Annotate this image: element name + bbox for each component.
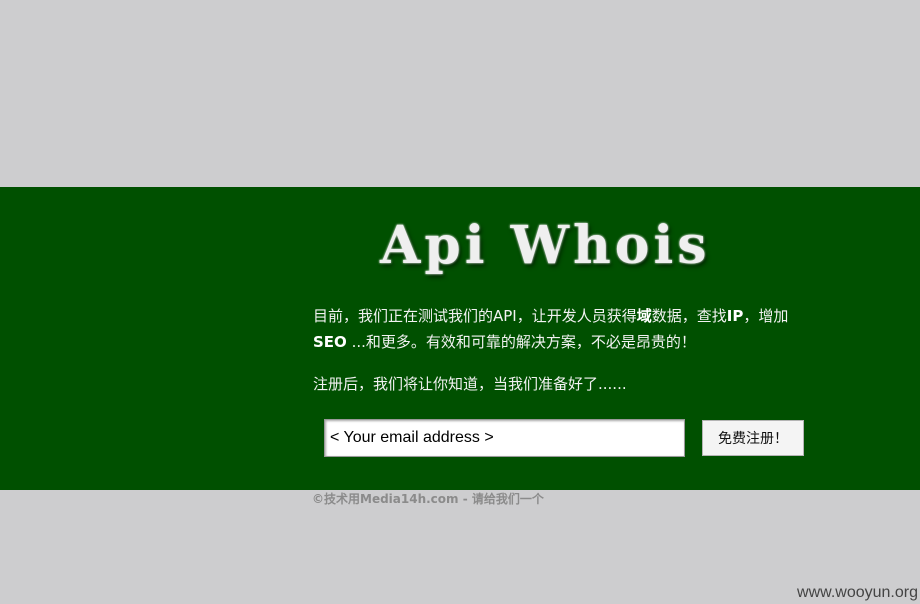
intro-part-1: 目前，我们正在测试我们的API，让开发人员获得	[313, 307, 637, 325]
signup-notice: 注册后，我们将让你知道，当我们准备好了......	[313, 375, 627, 393]
intro-part-3: ，增加	[743, 307, 789, 325]
email-input[interactable]	[324, 419, 685, 457]
intro-bold-domain: 域	[636, 307, 652, 325]
footer-credit: ©技术用Media14h.com - 请给我们一个	[312, 492, 544, 506]
free-signup-button[interactable]: 免费注册！	[702, 420, 804, 456]
intro-part-2: 数据，查找	[651, 307, 727, 325]
intro-text: 目前，我们正在测试我们的API，让开发人员获得域数据，查找IP，增加 SEO ..…	[313, 303, 808, 355]
intro-bold-seo: SEO	[313, 333, 347, 351]
intro-bold-ip: IP	[726, 307, 744, 325]
watermark-text: www.wooyun.org	[797, 584, 918, 601]
intro-part-4: ...和更多。有效和可靠的解决方案，不必是昂贵的！	[346, 333, 696, 351]
site-logo: Api Whois	[380, 215, 711, 276]
